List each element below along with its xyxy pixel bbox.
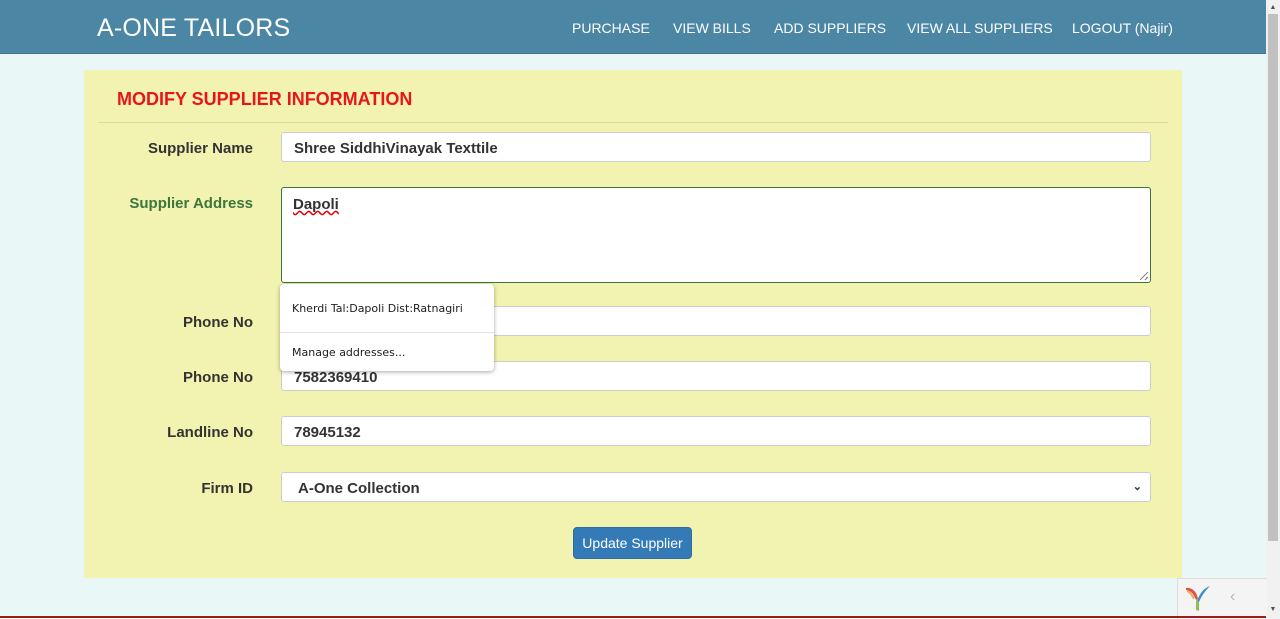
address-autofill-dropdown: Kherdi Tal:Dapoli Dist:Ratnagiri Manage … xyxy=(280,284,494,371)
brand-title[interactable]: A-ONE TAILORS xyxy=(97,14,290,43)
phone-1-label: Phone No xyxy=(183,314,253,331)
supplier-address-label: Supplier Address xyxy=(129,195,253,212)
autofill-divider xyxy=(280,332,494,333)
panel-divider xyxy=(98,122,1168,123)
scroll-down-arrow-icon[interactable]: ▼ xyxy=(1266,604,1280,616)
supplier-address-textarea[interactable]: Dapoli xyxy=(281,187,1151,283)
supplier-name-value: Shree SiddhiVinayak Texttile xyxy=(294,140,498,157)
firm-id-select[interactable]: A-One Collection ⌄ xyxy=(281,472,1151,502)
phone-2-value: 7582369410 xyxy=(294,369,378,386)
supplier-name-label: Supplier Name xyxy=(147,140,253,157)
modify-supplier-panel: MODIFY SUPPLIER INFORMATION Supplier Nam… xyxy=(84,70,1182,578)
landline-input[interactable]: 78945132 xyxy=(281,416,1151,446)
chevron-down-icon: ⌄ xyxy=(1132,481,1142,493)
debug-toolbar: ‹ xyxy=(1177,578,1267,619)
chevron-left-icon[interactable]: ‹ xyxy=(1230,588,1235,606)
nav-link-view-bills[interactable]: VIEW BILLS xyxy=(673,20,751,36)
update-supplier-button[interactable]: Update Supplier xyxy=(573,527,692,559)
panel-title: MODIFY SUPPLIER INFORMATION xyxy=(117,89,413,109)
nav-link-view-all-suppliers[interactable]: VIEW ALL SUPPLIERS xyxy=(907,20,1053,36)
scroll-thumb[interactable] xyxy=(1268,14,1278,541)
landline-value: 78945132 xyxy=(294,424,361,441)
firm-id-label: Firm ID xyxy=(201,480,253,497)
nav-link-add-suppliers[interactable]: ADD SUPPLIERS xyxy=(774,20,886,36)
nav-link-purchase[interactable]: PURCHASE xyxy=(572,20,650,36)
navbar: A-ONE TAILORS PURCHASE VIEW BILLS ADD SU… xyxy=(0,0,1266,54)
scroll-up-arrow-icon[interactable]: ▲ xyxy=(1266,2,1280,14)
resize-grip-icon[interactable] xyxy=(1140,272,1148,280)
supplier-address-value: Dapoli xyxy=(293,196,339,213)
landline-label: Landline No xyxy=(167,424,253,441)
nav-link-logout[interactable]: LOGOUT (Najir) xyxy=(1072,20,1173,36)
page-scrollbar[interactable]: ▲ ▼ xyxy=(1266,0,1280,618)
supplier-name-input[interactable]: Shree SiddhiVinayak Texttile xyxy=(281,132,1151,162)
autofill-suggestion[interactable]: Kherdi Tal:Dapoli Dist:Ratnagiri xyxy=(292,302,463,315)
firm-id-selected: A-One Collection xyxy=(298,480,420,497)
yii-logo-icon[interactable] xyxy=(1184,583,1212,613)
manage-addresses-link[interactable]: Manage addresses... xyxy=(292,346,405,359)
phone-2-label: Phone No xyxy=(183,369,253,386)
